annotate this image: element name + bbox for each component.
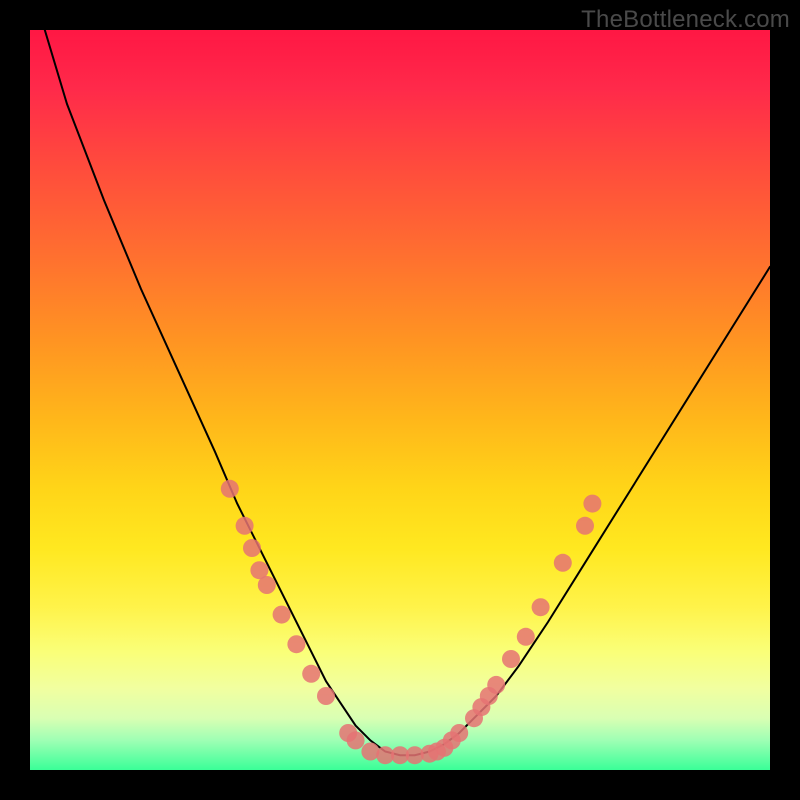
marker-dot [450,724,468,742]
marker-dot [273,606,291,624]
chart-svg [30,30,770,770]
marker-dot [576,517,594,535]
marker-dot [236,517,254,535]
plot-area [30,30,770,770]
watermark-text: TheBottleneck.com [581,6,790,34]
marker-dots [221,480,602,764]
marker-dot [287,635,305,653]
marker-dot [554,554,572,572]
marker-dot [317,687,335,705]
bottleneck-curve [45,30,770,755]
marker-dot [243,539,261,557]
marker-dot [347,731,365,749]
marker-dot [502,650,520,668]
marker-dot [221,480,239,498]
marker-dot [258,576,276,594]
marker-dot [302,665,320,683]
chart-frame: TheBottleneck.com [0,0,800,800]
marker-dot [532,598,550,616]
marker-dot [583,495,601,513]
marker-dot [517,628,535,646]
curve-path [45,30,770,755]
marker-dot [487,676,505,694]
